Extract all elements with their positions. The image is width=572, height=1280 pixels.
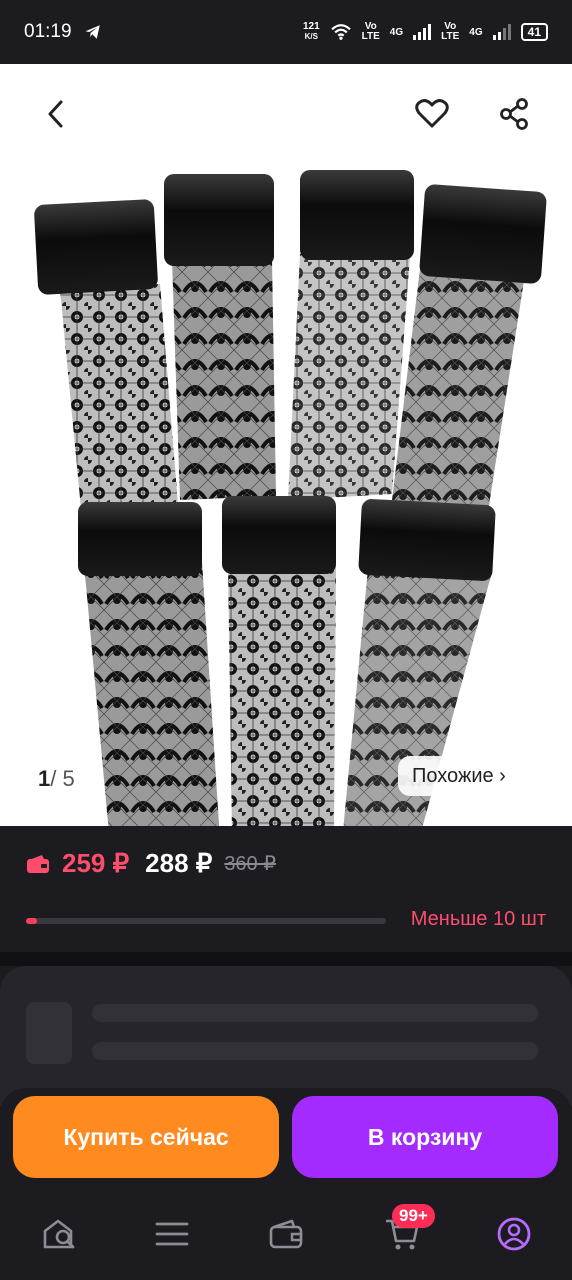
status-time: 01:19 [24,21,72,42]
net-speed-value: 121 [302,21,320,32]
volte-2-bottom: LTE [441,31,460,42]
cart-count-badge: 99+ [392,1204,435,1228]
signal-icon [413,24,432,40]
product-image-gallery[interactable]: 1/ 5 Похожие › [0,64,572,826]
old-price: 360 ₽ [224,853,276,875]
wallet-card-icon [27,854,49,873]
telegram-icon [85,25,100,39]
status-indicators: 121 K/S Vo LTE 4G Vo LTE 4G 41 [303,22,548,42]
image-counter-current: 1 [38,766,51,791]
skeleton-line [92,1004,538,1022]
nav-home[interactable] [36,1210,84,1258]
share-button[interactable] [490,90,538,138]
net-type-2: 4G [469,26,483,38]
regular-price: 288 ₽ [145,848,213,878]
card-price: 259 ₽ [62,848,130,878]
stock-progress-bar [26,918,386,924]
bottom-navigation: 99+ [0,1192,572,1280]
foil-roll [34,199,178,519]
add-to-cart-label: В корзину [367,1123,483,1150]
wallet-icon [269,1219,303,1249]
price-card: 259 ₽ 288 ₽ 360 ₽ Меньше 10 шт [0,826,572,952]
home-search-icon [43,1219,75,1249]
nav-wallet[interactable] [262,1210,310,1258]
volte-1-bottom: LTE [361,31,380,42]
price-row: 259 ₽ 288 ₽ 360 ₽ [26,848,276,879]
nav-profile[interactable] [490,1210,538,1258]
back-icon [48,100,63,128]
net-speed: 121 K/S [303,22,320,42]
action-bar: Купить сейчас В корзину [0,1088,572,1192]
stock-progress-fill [26,918,37,924]
profile-icon [497,1217,531,1251]
nav-catalog[interactable] [148,1210,196,1258]
foil-roll [164,174,276,500]
catalog-icon [155,1222,189,1246]
nav-cart[interactable]: 99+ [378,1204,435,1258]
image-counter-separator: / [50,766,57,791]
image-counter: 1/ 5 [38,766,75,792]
signal-icon-2 [492,24,511,40]
loading-card [0,966,572,1106]
foil-roll [78,502,220,826]
foil-roll [288,170,414,500]
section-divider [0,952,572,966]
status-bar: 01:19 121 K/S Vo LTE 4G Vo LTE 4G 41 [0,0,572,64]
foil-roll [392,184,547,512]
net-type-1: 4G [389,26,404,38]
buy-now-button[interactable]: Купить сейчас [13,1096,279,1178]
foil-roll [222,496,336,826]
similar-products-label: Похожие › [412,764,506,787]
back-button[interactable] [32,90,80,138]
volte-1: Vo LTE [362,22,380,42]
share-icon [500,98,528,130]
volte-2: Vo LTE [441,22,459,42]
favorite-button[interactable] [408,90,456,138]
add-to-cart-button[interactable]: В корзину [292,1096,558,1178]
product-photo [34,170,547,826]
heart-icon [415,99,449,128]
net-speed-unit: K/S [304,32,318,41]
buy-now-label: Купить сейчас [63,1123,229,1150]
similar-products-button[interactable]: Похожие › [398,756,518,796]
skeleton-line [92,1042,538,1060]
skeleton-thumbnail [26,1002,72,1064]
wifi-icon [330,24,351,40]
stock-label: Меньше 10 шт [410,908,546,930]
image-counter-total: 5 [62,766,75,791]
battery-icon: 41 [520,23,548,41]
